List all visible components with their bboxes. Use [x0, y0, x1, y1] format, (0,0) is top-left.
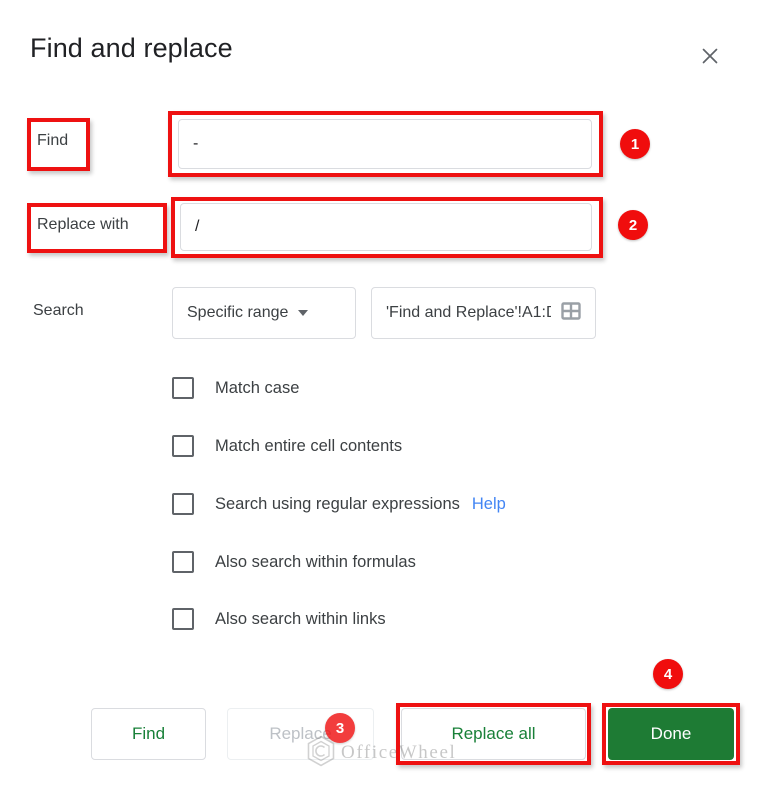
chevron-down-icon — [298, 310, 309, 316]
find-and-replace-dialog: Find and replace Find 1 Replace with 2 S… — [0, 0, 767, 793]
option-search-links[interactable]: Also search within links — [172, 607, 386, 631]
replace-all-button[interactable]: Replace all — [401, 708, 586, 760]
option-match-entire-cell[interactable]: Match entire cell contents — [172, 434, 402, 458]
option-match-case[interactable]: Match case — [172, 376, 299, 400]
done-button[interactable]: Done — [608, 708, 734, 760]
replace-with-input[interactable] — [180, 203, 592, 251]
step-badge-1: 1 — [620, 129, 650, 159]
help-link[interactable]: Help — [472, 495, 506, 514]
search-scope-value: Specific range — [187, 304, 289, 321]
range-field[interactable]: 'Find and Replace'!A1:D8 — [371, 287, 596, 339]
checkbox-search-links[interactable] — [172, 608, 194, 630]
checkbox-regular-expressions[interactable] — [172, 493, 194, 515]
grid-select-range-icon[interactable] — [559, 299, 583, 328]
find-button[interactable]: Find — [91, 708, 206, 760]
replace-with-label: Replace with — [37, 216, 129, 233]
option-regular-expressions[interactable]: Search using regular expressions Help — [172, 492, 506, 516]
checkbox-match-entire-cell[interactable] — [172, 435, 194, 457]
close-icon — [700, 46, 720, 66]
search-scope-dropdown[interactable]: Specific range — [172, 287, 356, 339]
page-title: Find and replace — [30, 33, 233, 63]
option-label: Also search within links — [215, 609, 386, 628]
range-value: 'Find and Replace'!A1:D8 — [386, 304, 551, 321]
checkbox-search-formulas[interactable] — [172, 551, 194, 573]
search-label: Search — [33, 302, 84, 319]
step-badge-4: 4 — [653, 659, 683, 689]
dialog-header: Find and replace — [0, 0, 767, 100]
option-label: Also search within formulas — [215, 552, 416, 571]
option-label: Search using regular expressions — [215, 494, 460, 513]
close-button[interactable] — [693, 39, 727, 73]
option-label: Match entire cell contents — [215, 436, 403, 455]
step-badge-3: 3 — [325, 713, 355, 743]
find-input[interactable] — [178, 119, 592, 169]
step-badge-2: 2 — [618, 210, 648, 240]
option-label: Match case — [215, 378, 300, 397]
checkbox-match-case[interactable] — [172, 377, 194, 399]
find-label: Find — [37, 132, 69, 149]
option-search-formulas[interactable]: Also search within formulas — [172, 550, 416, 574]
